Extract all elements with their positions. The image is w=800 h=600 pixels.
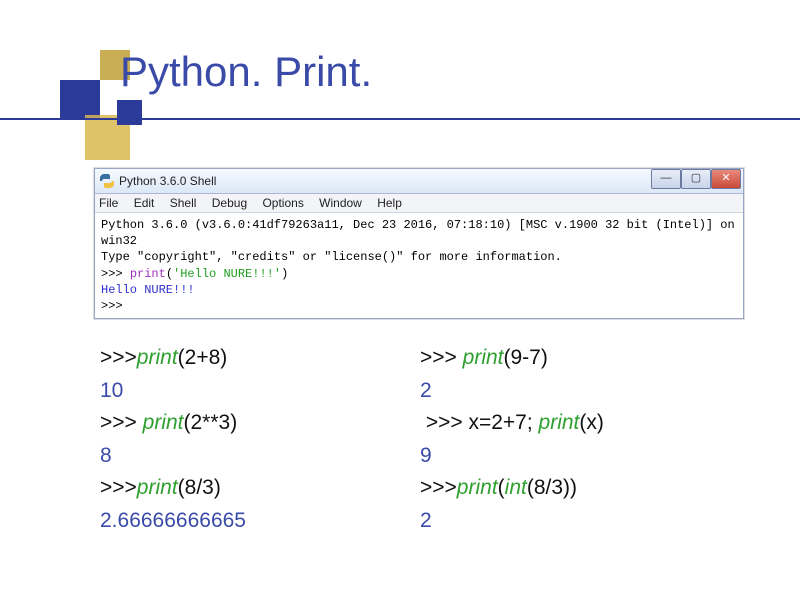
example-result: 2.66666666665 <box>100 505 420 538</box>
example-result: 10 <box>100 375 420 408</box>
menu-options[interactable]: Options <box>262 196 303 210</box>
examples-right-column: >>> print(9-7) 2 >>> x=2+7; print(x) 9 >… <box>420 342 740 537</box>
function-name: print <box>137 346 178 369</box>
menu-shell[interactable]: Shell <box>170 196 197 210</box>
window-controls: — ▢ ✕ <box>651 169 741 189</box>
prompt-text: >>> <box>100 476 137 499</box>
slide: Python. Print. Python 3.6.0 Shell — ▢ ✕ … <box>0 0 800 600</box>
square-icon <box>117 100 142 125</box>
function-name: print <box>143 411 184 434</box>
args-text: ( <box>498 476 505 499</box>
slide-title: Python. Print. <box>120 48 372 96</box>
shell-command: print <box>130 267 166 281</box>
example-line: >>>print(int(8/3)) <box>420 472 740 505</box>
example-line: >>> print(2**3) <box>100 407 420 440</box>
example-line: >>>print(8/3) <box>100 472 420 505</box>
prompt-text: >>> <box>420 346 463 369</box>
menu-file[interactable]: File <box>99 196 118 210</box>
maximize-button[interactable]: ▢ <box>681 169 711 189</box>
shell-prompt: >>> <box>101 299 123 313</box>
prompt-text: >>> <box>420 476 457 499</box>
args-text: (8/3) <box>178 476 221 499</box>
menubar: File Edit Shell Debug Options Window Hel… <box>95 194 743 213</box>
example-line: >>> x=2+7; print(x) <box>420 407 740 440</box>
example-result: 2 <box>420 505 740 538</box>
args-text: (2**3) <box>184 411 238 434</box>
shell-prompt: >>> <box>101 267 123 281</box>
args-text: (x) <box>579 411 604 434</box>
function-name: int <box>505 476 527 499</box>
title-underline <box>0 118 800 120</box>
minimize-button[interactable]: — <box>651 169 681 189</box>
menu-window[interactable]: Window <box>319 196 362 210</box>
args-text: (2+8) <box>178 346 228 369</box>
window-titlebar: Python 3.6.0 Shell — ▢ ✕ <box>95 169 743 194</box>
shell-string-arg: 'Hello NURE!!!' <box>173 267 281 281</box>
function-name: print <box>137 476 178 499</box>
example-result: 2 <box>420 375 740 408</box>
banner-line: Type "copyright", "credits" or "license(… <box>101 250 562 264</box>
menu-help[interactable]: Help <box>377 196 402 210</box>
close-button[interactable]: ✕ <box>711 169 741 189</box>
prompt-text: >>> x=2+7; <box>420 411 539 434</box>
args-text: (9-7) <box>504 346 548 369</box>
python-shell-window: Python 3.6.0 Shell — ▢ ✕ File Edit Shell… <box>94 168 744 319</box>
square-icon <box>60 80 100 120</box>
examples-left-column: >>>print(2+8) 10 >>> print(2**3) 8 >>>pr… <box>100 342 420 537</box>
window-title: Python 3.6.0 Shell <box>119 174 216 188</box>
menu-edit[interactable]: Edit <box>134 196 155 210</box>
shell-output-line: Hello NURE!!! <box>101 283 195 297</box>
args-text: (8/3)) <box>527 476 577 499</box>
example-line: >>>print(2+8) <box>100 342 420 375</box>
function-name: print <box>457 476 498 499</box>
prompt-text: >>> <box>100 346 137 369</box>
code-examples: >>>print(2+8) 10 >>> print(2**3) 8 >>>pr… <box>100 342 740 537</box>
function-name: print <box>539 411 580 434</box>
example-result: 8 <box>100 440 420 473</box>
example-result: 9 <box>420 440 740 473</box>
prompt-text: >>> <box>100 411 143 434</box>
shell-output-area[interactable]: Python 3.6.0 (v3.6.0:41df79263a11, Dec 2… <box>95 213 743 318</box>
function-name: print <box>463 346 504 369</box>
banner-line: Python 3.6.0 (v3.6.0:41df79263a11, Dec 2… <box>101 218 742 248</box>
example-line: >>> print(9-7) <box>420 342 740 375</box>
python-icon <box>99 173 115 189</box>
menu-debug[interactable]: Debug <box>212 196 247 210</box>
